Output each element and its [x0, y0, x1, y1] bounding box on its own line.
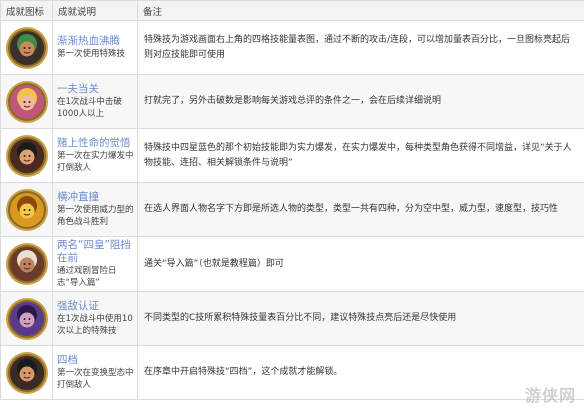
table-row-4: 横冲直撞 第一次使用威力型的角色战斗胜利 在选人界面人物名字下方即是所选人物的类… — [0, 182, 584, 237]
note-cell: 特殊技为游戏画面右上角的四格技能量表图，通过不断的攻击/连段，可以增加量表百分比… — [137, 20, 584, 75]
name-cell: 赌上性命的觉悟 第一次在实力爆发中打倒敌人 — [52, 128, 138, 183]
achievement-desc: 第一次使用威力型的角色战斗胜利 — [57, 205, 134, 227]
fist-icon — [5, 188, 48, 231]
note-cell: 在选人界面人物名字下方即是所选人物的类型，类型一共有四种，分为空中型，威力型，速… — [137, 182, 584, 237]
icon-cell — [0, 128, 53, 183]
name-cell: 四档 第一次在变换型态中打倒敌人 — [52, 345, 138, 400]
achievement-desc: 在1次战斗中击破1000人以上 — [57, 97, 122, 119]
icon-cell — [0, 182, 53, 237]
table-row-3: 赌上性命的觉悟 第一次在实力爆发中打倒敌人 特殊技中四星蓝色的那个初始技能即为实… — [0, 128, 584, 183]
achievement-desc: 第一次在变换型态中打倒敌人 — [57, 368, 134, 390]
header-note: 备注 — [137, 0, 584, 21]
icon-cell — [0, 74, 53, 129]
achievement-title: 强敌认证 — [57, 300, 99, 312]
note-cell: 打就完了，另外击破数是影响每关游戏总评的条件之一，会在后续详细说明 — [137, 74, 584, 129]
achievement-desc: 第一次使用特殊技 — [57, 49, 126, 59]
header-icon: 成就图标 — [0, 0, 53, 21]
name-cell: 一夫当关 在1次战斗中击破1000人以上 — [52, 74, 138, 129]
whitebeard-portrait-icon — [5, 243, 48, 285]
note-cell: 特殊技中四星蓝色的那个初始技能即为实力爆发，在实力爆发中，每种类型角色获得不同增… — [137, 128, 584, 183]
table-header: 成就图标 成就说明 备注 — [0, 0, 584, 21]
luffy-gear-four-portrait-icon — [5, 351, 48, 394]
achievement-title: 渐渐热血沸腾 — [57, 35, 120, 47]
icon-cell — [0, 236, 53, 292]
achievement-title: 一夫当关 — [57, 83, 99, 95]
note-cell: 通关“导入篇”（也就是教程篇）即可 — [137, 236, 584, 292]
name-cell: 渐渐热血沸腾 第一次使用特殊技 — [52, 20, 138, 75]
table-row-6: 强敌认证 在1次战斗中使用10次以上的特殊技 不同类型的C技所累积特殊技量表百分… — [0, 291, 584, 346]
luffy-portrait-icon — [5, 134, 48, 177]
watermark: 游侠网 — [524, 386, 576, 405]
table-row-1: 渐渐热血沸腾 第一次使用特殊技 特殊技为游戏画面右上角的四格技能量表图，通过不断… — [0, 20, 584, 75]
achievement-title: 横冲直撞 — [57, 191, 99, 203]
achievement-desc: 通过戏剧冒险日志“导入篇” — [57, 266, 117, 288]
icon-cell — [0, 291, 53, 346]
table-row-2: 一夫当关 在1次战斗中击破1000人以上 打就完了，另外击破数是影响每关游戏总评… — [0, 74, 584, 129]
achievement-table: 成就图标 成就说明 备注 渐渐热血沸腾 第一次使用特殊技 特殊技为游戏画面右上角… — [0, 0, 584, 400]
table-row-5: 两名“四皇”阻挡在前 通过戏剧冒险日志“导入篇” 通关“导入篇”（也就是教程篇）… — [0, 236, 584, 292]
name-cell: 横冲直撞 第一次使用威力型的角色战斗胜利 — [52, 182, 138, 237]
name-cell: 强敌认证 在1次战斗中使用10次以上的特殊技 — [52, 291, 138, 346]
zoro-portrait-icon — [5, 26, 48, 69]
name-cell: 两名“四皇”阻挡在前 通过戏剧冒险日志“导入篇” — [52, 236, 138, 292]
note-cell: 在序章中开启特殊技“四档”，这个成就才能解锁。 — [137, 345, 584, 400]
header-desc: 成就说明 — [52, 0, 138, 21]
achievement-desc: 第一次在实力爆发中打倒敌人 — [57, 151, 134, 173]
achievement-title: 赌上性命的觉悟 — [57, 137, 131, 149]
achievement-title: 四档 — [57, 354, 78, 366]
icon-cell — [0, 345, 53, 400]
purple-character-portrait-icon — [5, 297, 48, 340]
table-row-7: 四档 第一次在变换型态中打倒敌人 在序章中开启特殊技“四档”，这个成就才能解锁。 — [0, 345, 584, 400]
pink-character-portrait-icon — [5, 80, 48, 123]
note-cell: 不同类型的C技所累积特殊技量表百分比不同，建议特殊技点亮后还是尽快使用 — [137, 291, 584, 346]
achievement-desc: 在1次战斗中使用10次以上的特殊技 — [57, 314, 133, 336]
achievement-title: 两名“四皇”阻挡在前 — [57, 239, 131, 264]
icon-cell — [0, 20, 53, 75]
